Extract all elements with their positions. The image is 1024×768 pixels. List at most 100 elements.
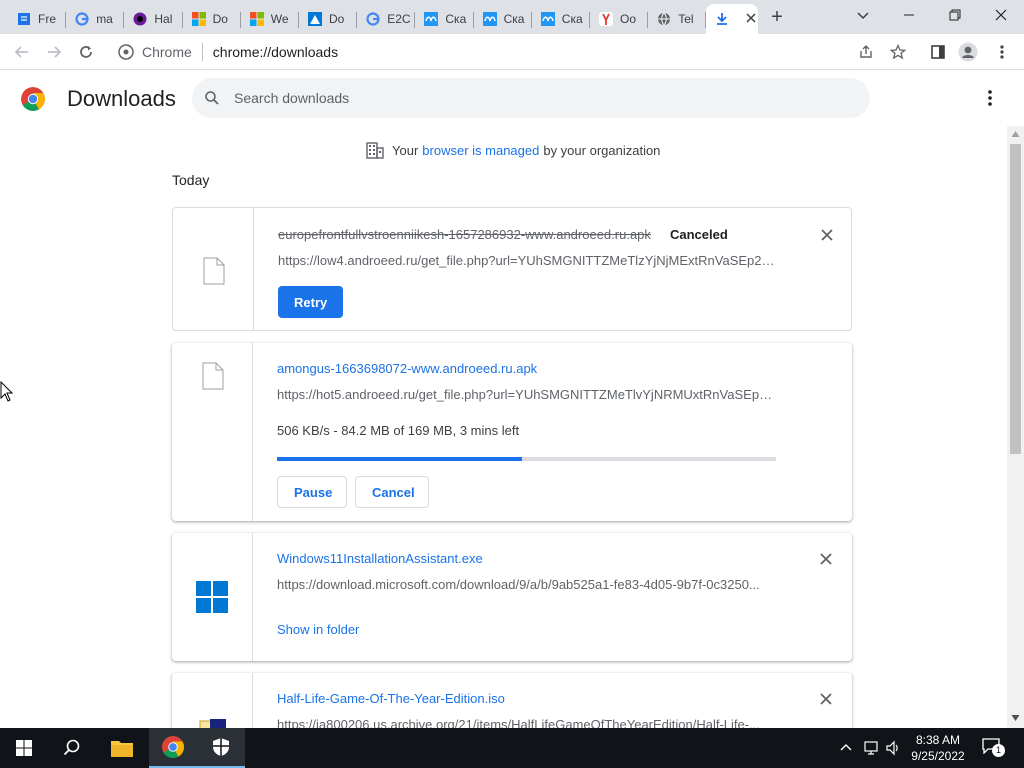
taskbar-security[interactable] (197, 728, 245, 768)
kebab-menu-icon (1000, 45, 1004, 59)
file-name[interactable]: Windows11InstallationAssistant.exe (277, 551, 483, 566)
file-url[interactable]: https://low4.androeed.ru/get_file.php?ur… (278, 253, 778, 268)
notifications-button[interactable]: 1 (982, 738, 1005, 758)
search-icon (63, 739, 80, 756)
forward-button[interactable] (42, 40, 66, 64)
browser-tab[interactable]: ma (66, 4, 125, 34)
browser-tab[interactable]: Oo (590, 4, 649, 34)
omnibox-site: Chrome (142, 44, 192, 60)
address-bar[interactable]: Chrome chrome://downloads (108, 38, 918, 66)
side-panel-button[interactable] (928, 42, 948, 62)
section-heading-today: Today (172, 172, 210, 188)
arrow-right-icon (48, 46, 62, 58)
reload-button[interactable] (74, 40, 98, 64)
page-title: Downloads (67, 86, 176, 111)
avatar-icon (958, 42, 978, 62)
progress-fill (277, 457, 522, 461)
scroll-up-icon[interactable] (1011, 130, 1020, 138)
omnibox-url[interactable]: chrome://downloads (213, 44, 338, 60)
download-item: Windows11InstallationAssistant.exe https… (172, 533, 852, 661)
clock-date: 9/25/2022 (911, 749, 965, 763)
notification-count-badge: 1 (992, 744, 1005, 757)
browser-tab[interactable]: Fre (8, 4, 67, 34)
close-window-button[interactable] (978, 0, 1024, 30)
restore-button[interactable] (932, 0, 978, 30)
network-icon[interactable] (863, 740, 879, 756)
back-button[interactable] (10, 40, 34, 64)
tab-label: Oo (620, 12, 637, 26)
browser-tab[interactable]: Do (183, 4, 241, 34)
browser-tab[interactable]: Tel (648, 4, 707, 34)
blue-triangle-icon (307, 11, 323, 27)
download-icon (714, 11, 730, 27)
file-name[interactable]: Half-Life-Game-Of-The-Year-Edition.iso (277, 691, 505, 706)
taskbar-search-button[interactable] (48, 728, 96, 768)
tab-search-button[interactable] (840, 0, 886, 30)
browser-tab[interactable]: Do (299, 4, 358, 34)
browser-tab[interactable]: Ска (474, 4, 532, 34)
search-box[interactable] (192, 78, 870, 118)
bookmark-button[interactable] (888, 42, 908, 62)
managed-link[interactable]: browser is managed (422, 143, 539, 158)
progress-description: 506 KB/s - 84.2 MB of 169 MB, 3 mins lef… (277, 423, 520, 438)
search-input[interactable] (232, 89, 832, 107)
volume-icon[interactable] (885, 740, 901, 756)
tab-label: Do (212, 12, 228, 26)
progress-bar (277, 457, 776, 461)
browser-tab[interactable]: We (241, 4, 299, 34)
browser-tab[interactable]: E2C (357, 4, 416, 34)
remove-icon[interactable] (818, 551, 834, 567)
start-button[interactable] (0, 728, 48, 768)
side-panel-icon (931, 45, 945, 59)
tab-label: Tel (678, 12, 694, 26)
tab-strip: Fre ma Hal Do We Do E2C Ска Ска Ска Oo Tel + (0, 0, 1024, 34)
minimize-button[interactable] (886, 0, 932, 30)
browser-tab[interactable]: Hal (124, 4, 183, 34)
browser-tab[interactable]: Ска (532, 4, 590, 34)
file-name[interactable]: amongus-1663698072-www.androeed.ru.apk (277, 361, 537, 376)
file-icon (202, 362, 224, 390)
taskbar-file-explorer[interactable] (98, 728, 146, 768)
clock-time: 8:38 AM (915, 733, 961, 747)
share-icon (860, 45, 872, 58)
tab-label: Ска (503, 12, 525, 26)
managed-notice: Your browser is managed by your organiza… (366, 140, 660, 160)
more-actions-icon[interactable] (980, 88, 1000, 108)
show-in-folder-link[interactable]: Show in folder (277, 622, 359, 637)
androeed-icon (540, 11, 556, 27)
scroll-down-icon[interactable] (1011, 714, 1020, 722)
taskbar-chrome[interactable] (149, 728, 197, 768)
windows-start-icon (16, 740, 32, 756)
yandex-icon (598, 11, 614, 27)
tab-label: Ска (561, 12, 583, 26)
managed-prefix: Your (392, 142, 419, 158)
taskbar: 8:38 AM 9/25/2022 1 (0, 728, 1024, 768)
windows-logo-icon (196, 581, 228, 613)
tab-label: We (270, 12, 289, 26)
profile-button[interactable] (958, 42, 978, 62)
scrollbar-thumb[interactable] (1010, 144, 1021, 454)
browser-tab[interactable] (706, 4, 759, 34)
close-tab-icon[interactable] (746, 12, 756, 26)
file-icon (203, 257, 225, 285)
microsoft-icon (191, 11, 207, 27)
microsoft-icon (249, 11, 265, 27)
chrome-menu-button[interactable] (992, 42, 1012, 62)
share-button[interactable] (856, 42, 876, 62)
new-tab-button[interactable]: + (764, 6, 790, 28)
browser-tab[interactable]: Ска (415, 4, 474, 34)
managed-suffix: by your organization (543, 142, 661, 158)
close-icon (995, 9, 1007, 21)
remove-icon[interactable] (819, 227, 835, 243)
pause-button[interactable]: Pause (277, 476, 347, 508)
file-url[interactable]: https://hot5.androeed.ru/get_file.php?ur… (277, 387, 777, 402)
chevron-up-icon[interactable] (840, 742, 852, 754)
remove-icon[interactable] (818, 691, 834, 707)
tab-label: E2C (387, 12, 411, 26)
cancel-button[interactable]: Cancel (355, 476, 429, 508)
omnibox-divider (201, 43, 203, 61)
restore-icon (949, 9, 961, 21)
file-url[interactable]: https://download.microsoft.com/download/… (277, 577, 777, 592)
system-clock[interactable]: 8:38 AM 9/25/2022 (908, 732, 968, 764)
retry-button[interactable]: Retry (278, 286, 344, 318)
